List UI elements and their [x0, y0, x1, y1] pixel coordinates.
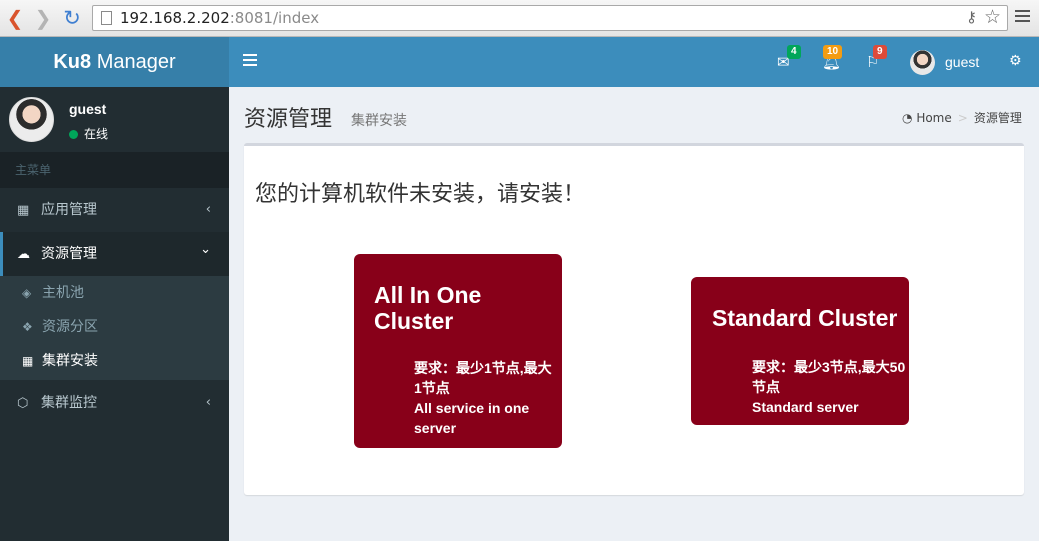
page-title: 资源管理	[244, 107, 333, 132]
resource-submenu: ◈ 主机池 ❖ 资源分区 ▦ 集群安装	[0, 276, 229, 380]
submenu-item-host-pool[interactable]: ◈ 主机池	[0, 276, 229, 310]
standard-cluster-card[interactable]: Standard Cluster 要求：最少3节点,最大50节点 Standard…	[691, 277, 909, 425]
messages-badge: 4	[787, 45, 801, 59]
breadcrumb-separator: >	[957, 111, 968, 125]
breadcrumb-current: 资源管理	[973, 111, 1022, 125]
card-title: All In One Cluster	[374, 282, 482, 334]
breadcrumb-home[interactable]: Home	[916, 111, 951, 125]
submenu-item-cluster-install[interactable]: ▦ 集群安装	[0, 344, 229, 378]
url-host: 192.168.2.202	[120, 9, 230, 27]
sidebar-item-app-management[interactable]: ▦ 应用管理 ‹	[0, 188, 229, 232]
sidebar-item-label: 资源管理	[41, 246, 97, 262]
sidebar-user-name: guest	[69, 101, 107, 117]
cubes-icon: ❖	[22, 320, 33, 334]
tasks-badge: 9	[873, 45, 887, 59]
chevron-down-icon: ⌄	[200, 242, 211, 257]
sidebar-header: 主菜单	[0, 152, 229, 188]
user-menu-name[interactable]: guest	[945, 54, 979, 70]
url-text[interactable]: 192.168.2.202:8081/index	[120, 9, 319, 27]
cube-icon: ◈	[22, 286, 32, 300]
th-icon: ▦	[17, 203, 30, 218]
back-icon[interactable]: ❮	[5, 7, 25, 29]
card-detail: All service in one server	[414, 400, 530, 436]
brand-bold: Ku8	[53, 51, 92, 73]
chevron-left-icon: ‹	[205, 202, 211, 217]
chevron-left-icon: ‹	[205, 395, 211, 410]
submenu-item-label: 主机池	[42, 285, 84, 301]
status-label: 在线	[84, 127, 109, 141]
card-detail: Standard server	[752, 399, 859, 415]
breadcrumb: ◔ Home > 资源管理	[902, 109, 1022, 126]
sidebar-item-resource-management[interactable]: ☁ 资源管理 ⌄	[0, 232, 229, 276]
browser-toolbar: ❮ ❯ ↻ 192.168.2.202:8081/index ⚷ ☆	[0, 0, 1039, 37]
sidebar-item-label: 应用管理	[41, 202, 97, 218]
sidebar-toggle-icon[interactable]	[243, 54, 257, 69]
address-bar[interactable]: 192.168.2.202:8081/index ⚷ ☆	[92, 5, 1008, 31]
app-logo[interactable]: Ku8 Manager	[0, 37, 229, 87]
online-dot-icon	[69, 130, 78, 139]
card-title: Standard Cluster	[712, 305, 898, 331]
brand-rest: Manager	[91, 51, 176, 73]
install-message: 您的计算机软件未安装，请安装！	[255, 182, 586, 207]
user-panel: guest 在线	[0, 87, 229, 152]
page-subtitle: 集群安装	[351, 113, 407, 129]
card-requirement: 要求：最少3节点,最大50节点	[752, 359, 906, 395]
notifications-badge: 10	[823, 45, 843, 59]
cloud-icon: ☁	[17, 247, 30, 262]
top-navbar: ✉ 4 🔔︎ 10 ⚐ 9 guest ⚙	[229, 37, 1039, 87]
page-icon	[101, 11, 112, 25]
bookmark-star-icon[interactable]: ☆	[984, 6, 1001, 28]
user-avatar-small[interactable]	[910, 50, 935, 75]
forward-icon[interactable]: ❯	[33, 7, 53, 29]
th-icon: ▦	[22, 354, 34, 368]
card-requirement: 要求：最少1节点,最大1节点	[414, 360, 552, 396]
user-status[interactable]: 在线	[69, 125, 108, 142]
url-path: :8081/index	[229, 9, 320, 27]
submenu-item-label: 资源分区	[42, 319, 98, 335]
card-description: 要求：最少3节点,最大50节点 Standard server	[752, 357, 912, 417]
sidebar: guest 在线 主菜单 ▦ 应用管理 ‹ ☁ 资源管理 ⌄ ◈ 主机池 ❖ 资源分区 …	[0, 87, 229, 541]
key-icon[interactable]: ⚷	[966, 8, 977, 26]
sidebar-item-label: 集群监控	[41, 395, 97, 411]
all-in-one-cluster-card[interactable]: All In One Cluster 要求：最少1节点,最大1节点 All ser…	[354, 254, 562, 448]
card-description: 要求：最少1节点,最大1节点 All service in one server	[414, 358, 554, 438]
sidebar-item-cluster-monitor[interactable]: ⬡ 集群监控 ‹	[0, 381, 229, 425]
gears-icon[interactable]: ⚙	[1009, 53, 1022, 69]
submenu-item-resource-partition[interactable]: ❖ 资源分区	[0, 310, 229, 344]
submenu-item-label: 集群安装	[42, 353, 98, 369]
reload-icon[interactable]: ↻	[62, 7, 82, 29]
avatar	[9, 97, 54, 142]
codepen-icon: ⬡	[17, 396, 29, 411]
browser-menu-icon[interactable]	[1015, 10, 1030, 25]
content-box: 您的计算机软件未安装，请安装！ All In One Cluster 要求：最少…	[244, 143, 1024, 495]
dashboard-icon: ◔	[902, 111, 913, 125]
